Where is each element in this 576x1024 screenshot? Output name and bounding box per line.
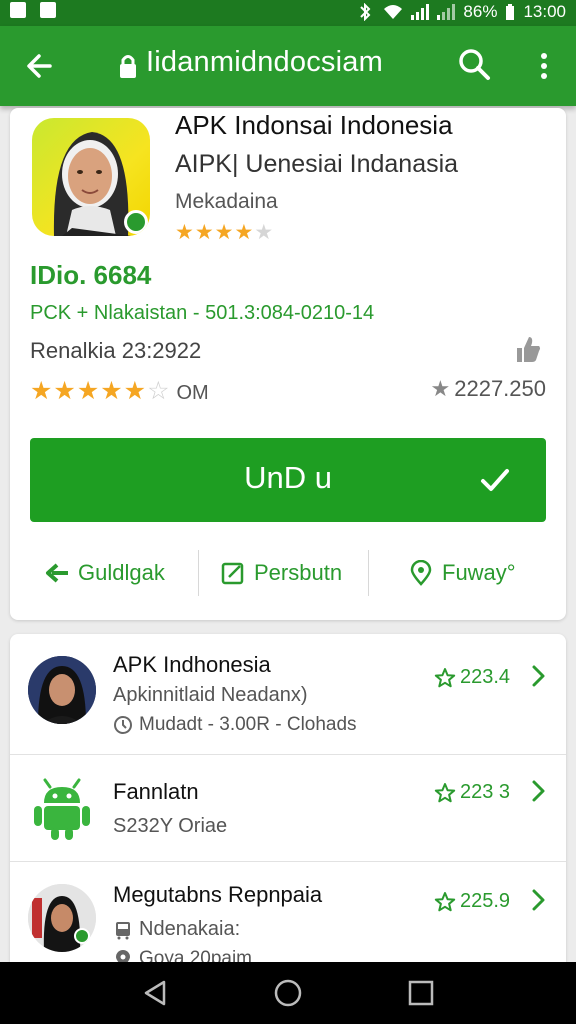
verified-badge (74, 928, 90, 944)
small-rating-stars: ★★★★★ (175, 221, 275, 244)
package-info: PCK + Nlakaistan - 501.3:084-0210-14 (30, 302, 375, 324)
location-pin-icon (410, 560, 432, 586)
release-date: Renalkia 23:2922 (30, 338, 202, 363)
list-item[interactable]: Fannlatn S232Y Oriae 223 3 (10, 755, 566, 861)
home-circle-icon[interactable] (273, 978, 303, 1008)
list-item-rating: 225.9 (434, 890, 510, 913)
install-button-label: UnD u (244, 460, 332, 495)
thumbs-up-icon[interactable] (514, 334, 542, 364)
chevron-right-icon[interactable] (530, 779, 546, 803)
list-item-title: Megutabns Repnpaia (113, 882, 323, 907)
image-notification-icon (40, 2, 56, 18)
list-item-avatar (28, 884, 96, 952)
list-item-rating-value: 225.9 (460, 890, 511, 912)
bus-icon (116, 921, 130, 939)
list-item-rating-value: 223.4 (460, 666, 511, 688)
action-favorite-label: Fuway° (442, 560, 516, 585)
back-triangle-icon[interactable] (140, 978, 170, 1008)
star-icon: ★ (430, 376, 451, 401)
list-item-avatar (28, 656, 96, 724)
divider (368, 550, 369, 596)
action-back[interactable]: Guldlgak (44, 548, 165, 598)
page-title: Iidanmidndocsiam (146, 46, 383, 78)
more-options-icon[interactable] (532, 48, 556, 84)
app-subtitle: AIPK| Uenesiai Indanasia (175, 150, 459, 178)
list-item-title: Fannlatn (113, 779, 199, 804)
wifi-icon (384, 5, 403, 19)
action-share[interactable]: Persbutn (220, 548, 342, 598)
rating-count: OM (176, 382, 209, 404)
battery-percent: 86% (463, 2, 498, 21)
related-apps-list: APK Indhonesia Apkinnitlaid Neadanx) Mud… (10, 634, 566, 974)
developer-name[interactable]: Mekadaina (175, 190, 278, 214)
avatar-icon (28, 656, 96, 724)
lock-icon (120, 55, 136, 78)
search-icon[interactable] (456, 46, 492, 82)
status-bar: 86% 13:00 (0, 0, 576, 26)
list-item-subtitle-row: Ndenakaia: (113, 918, 240, 941)
divider (198, 550, 199, 596)
star-outline-icon (434, 891, 456, 911)
reviews-count: ★ 2227.250 (431, 376, 547, 402)
rating-stars: ★★★★★☆ OM (30, 377, 209, 405)
list-item-subtitle: Apkinnitlaid Neadanx) (113, 684, 308, 706)
list-item-meta: Mudadt - 3.00R - Clohads (113, 714, 357, 736)
list-item-rating: 223.4 (434, 666, 510, 689)
star-outline-icon (434, 782, 456, 802)
reviews-value: 2227.250 (454, 376, 546, 401)
signal-2-icon (437, 4, 456, 20)
arrow-left-icon (46, 563, 68, 583)
system-nav-bar (0, 962, 576, 1024)
action-back-label: Guldlgak (78, 560, 165, 585)
notification-icon (10, 2, 26, 18)
bluetooth-icon (360, 3, 371, 21)
chevron-right-icon[interactable] (530, 664, 546, 688)
action-row: Guldlgak Persbutn Fuway° (10, 548, 566, 598)
app-bar: Iidanmidndocsiam (0, 26, 576, 106)
back-arrow-icon[interactable] (22, 48, 58, 84)
signal-icon (411, 4, 430, 20)
edit-icon (221, 562, 244, 585)
clock-icon (114, 716, 132, 734)
app-icon[interactable] (32, 118, 150, 236)
install-button[interactable]: UnD u (30, 438, 546, 522)
list-item-subtitle: S232Y Oriae (113, 815, 228, 837)
check-icon (481, 469, 509, 491)
app-detail-card: APK Indonsai Indonesia AIPK| Uenesiai In… (10, 108, 566, 620)
verified-badge (124, 210, 148, 234)
action-share-label: Persbutn (254, 560, 343, 585)
action-favorite[interactable]: Fuway° (408, 548, 516, 598)
list-item-rating: 223 3 (434, 781, 510, 804)
android-robot-icon (34, 778, 90, 840)
star-outline-icon (434, 667, 456, 687)
app-version: IDio. 6684 (30, 260, 152, 290)
app-name: APK Indonsai Indonesia (175, 110, 453, 140)
list-item-title: APK Indhonesia (113, 652, 271, 677)
list-item[interactable]: Megutabns Repnpaia Ndenakaia: Goya 20pai… (10, 862, 566, 974)
list-item-meta-text: Mudadt - 3.00R - Clohads (139, 714, 357, 735)
list-item[interactable]: APK Indhonesia Apkinnitlaid Neadanx) Mud… (10, 634, 566, 754)
clock: 13:00 (523, 2, 566, 21)
chevron-right-icon[interactable] (530, 888, 546, 912)
list-item-avatar (28, 773, 96, 841)
list-item-subtitle: Ndenakaia: (139, 918, 241, 940)
list-item-rating-value: 223 3 (460, 781, 511, 803)
recents-square-icon[interactable] (406, 978, 436, 1008)
battery-icon (506, 4, 515, 20)
